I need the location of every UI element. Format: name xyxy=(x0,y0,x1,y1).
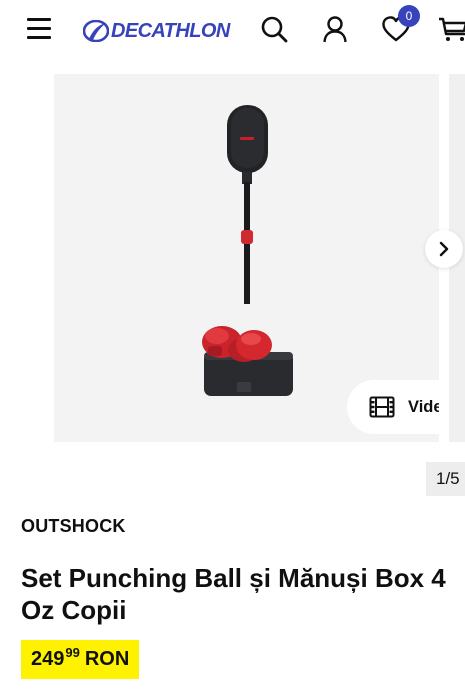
chevron-right-icon xyxy=(439,241,449,257)
product-image[interactable]: Video xyxy=(54,74,439,442)
decathlon-logo[interactable]: DECATHLON xyxy=(83,19,230,43)
video-button[interactable]: Video xyxy=(347,380,439,434)
cart-icon[interactable] xyxy=(438,14,465,44)
video-button-label: Video xyxy=(408,397,439,416)
product-price: 249 99 RON xyxy=(21,640,140,679)
logo-text: DECATHLON xyxy=(111,20,230,42)
site-header: DECATHLON 0 xyxy=(0,0,465,62)
product-brand[interactable]: OUTSHOCK xyxy=(21,516,126,537)
film-icon xyxy=(369,396,395,418)
account-icon[interactable] xyxy=(320,14,350,44)
price-currency: RON xyxy=(84,648,130,670)
decathlon-logo-mark-icon xyxy=(83,20,109,42)
menu-icon[interactable] xyxy=(27,17,51,39)
next-image-button[interactable] xyxy=(425,230,463,268)
image-counter: 1/5 xyxy=(426,462,465,496)
price-decimals: 99 xyxy=(65,645,80,660)
product-gallery[interactable]: Video 1/5 xyxy=(0,62,465,496)
search-icon[interactable] xyxy=(259,14,289,44)
wishlist-count-badge: 0 xyxy=(398,5,420,27)
price-integer: 249 xyxy=(31,648,65,670)
product-title: Set Punching Ball și Mănuși Box 4 Oz Cop… xyxy=(21,563,446,625)
